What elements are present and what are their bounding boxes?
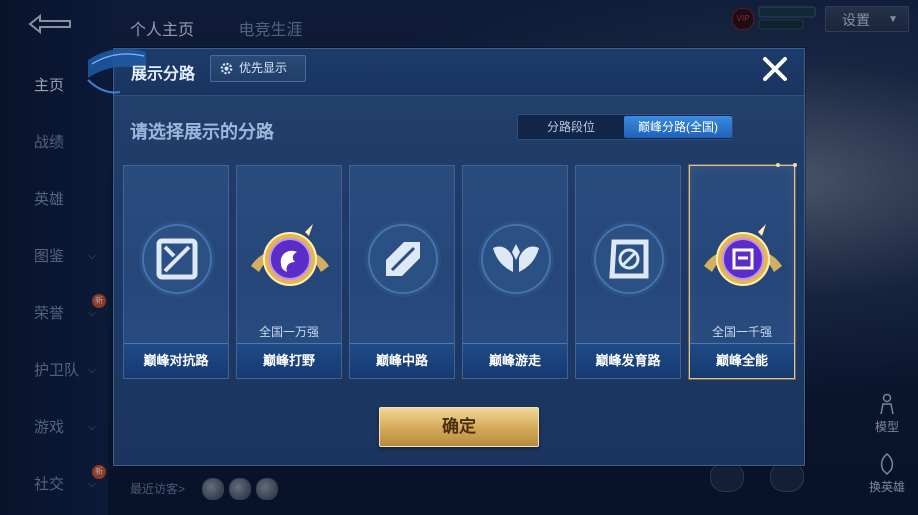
clash-lane-icon xyxy=(139,221,215,297)
clash-lane-icon xyxy=(132,214,222,304)
lane-card[interactable]: 巅峰发育路 xyxy=(575,165,681,379)
jungle-gold-emblem-icon xyxy=(245,214,335,304)
farm-lane-icon xyxy=(584,214,674,304)
jungle-gold-emblem-icon xyxy=(251,224,329,286)
lane-card-label: 巅峰游走 xyxy=(463,343,567,378)
tab-lane-rank[interactable]: 分路段位 xyxy=(519,116,623,138)
allround-gold-emblem-icon xyxy=(704,224,782,286)
selection-corner-dot xyxy=(793,163,797,167)
lane-card[interactable]: 巅峰中路 xyxy=(349,165,455,379)
lane-card-label: 巅峰打野 xyxy=(237,343,341,378)
roam-lane-icon xyxy=(478,221,554,297)
lane-card-label: 巅峰全能 xyxy=(690,343,794,378)
lane-card-label: 巅峰对抗路 xyxy=(124,343,228,378)
selection-corner-dot xyxy=(776,163,780,167)
lane-card[interactable]: 全国一万强 巅峰打野 xyxy=(236,165,342,379)
lane-source-toggle: 分路段位 巅峰分路(全国) xyxy=(517,114,733,140)
lane-card[interactable]: 巅峰对抗路 xyxy=(123,165,229,379)
close-icon[interactable] xyxy=(760,54,790,84)
mid-lane-icon xyxy=(365,221,441,297)
farm-lane-icon xyxy=(591,221,667,297)
roam-lane-icon xyxy=(471,214,561,304)
lane-rank-label: 全国一千强 xyxy=(711,325,772,339)
lane-card[interactable]: 全国一千强 巅峰全能 xyxy=(689,163,797,379)
tab-peak-lane-national[interactable]: 巅峰分路(全国) xyxy=(624,116,732,138)
gear-icon xyxy=(220,62,233,75)
lane-card-label: 巅峰发育路 xyxy=(576,343,680,378)
dialog-subtitle: 请选择展示的分路 xyxy=(130,122,274,142)
confirm-button[interactable]: 确定 xyxy=(379,407,539,447)
lane-rank-label: 全国一万强 xyxy=(258,325,319,339)
lane-card[interactable]: 巅峰游走 xyxy=(462,165,568,379)
allround-gold-emblem-icon xyxy=(698,214,788,304)
lane-card-label: 巅峰中路 xyxy=(350,343,454,378)
mid-lane-icon xyxy=(358,214,448,304)
priority-display-button[interactable]: 优先显示 xyxy=(210,55,306,82)
dialog-title: 展示分路 xyxy=(131,66,196,83)
priority-display-label: 优先显示 xyxy=(239,61,288,75)
